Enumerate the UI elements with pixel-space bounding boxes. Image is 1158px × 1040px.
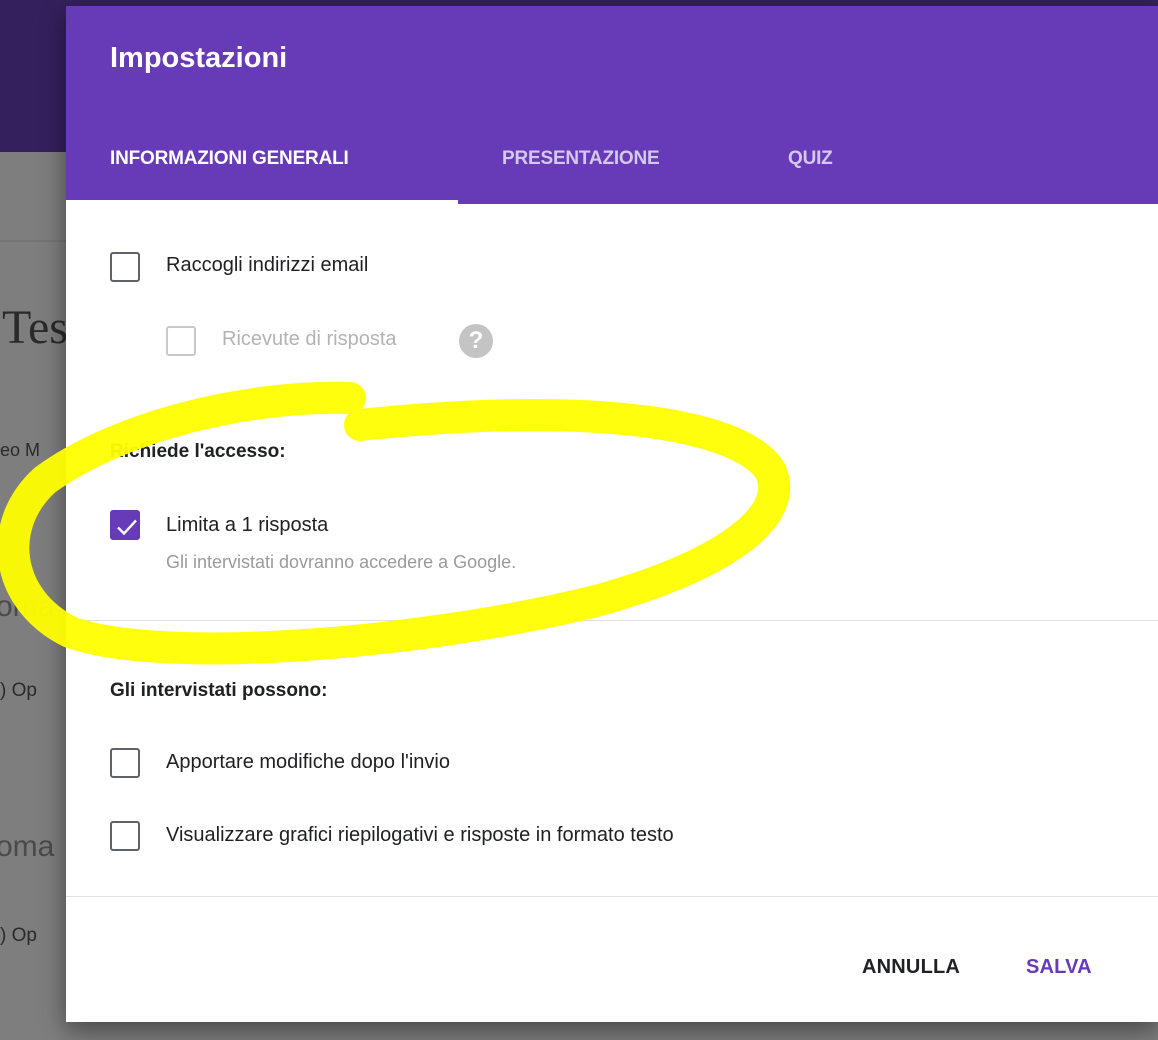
active-tab-indicator — [66, 200, 458, 204]
background-question-1: oma — [0, 590, 55, 623]
respondents-can-heading: Gli intervistati possono: — [110, 680, 328, 701]
response-receipts-label: Ricevute di risposta — [222, 328, 397, 350]
tab-general-info[interactable]: INFORMAZIONI GENERALI — [110, 148, 349, 170]
settings-dialog: Impostazioni INFORMAZIONI GENERALI PRESE… — [66, 6, 1158, 1022]
check-icon — [117, 519, 137, 536]
background-form-title: Tes — [2, 301, 68, 354]
background-option-1: ) Op — [0, 680, 37, 701]
dialog-title: Impostazioni — [110, 42, 288, 74]
tab-presentation[interactable]: PRESENTAZIONE — [502, 148, 660, 170]
background-form-subtitle: eo M — [0, 440, 41, 460]
tab-quiz[interactable]: QUIZ — [788, 148, 833, 170]
edit-after-submit-checkbox[interactable] — [110, 748, 140, 778]
footer-divider — [66, 896, 1158, 897]
see-summary-checkbox[interactable] — [110, 821, 140, 851]
background-option-2: ) Op — [0, 925, 37, 946]
limit-one-response-label: Limita a 1 risposta — [166, 514, 329, 536]
edit-after-submit-label: Apportare modifiche dopo l'invio — [166, 751, 450, 773]
response-receipts-checkbox[interactable] — [166, 326, 196, 356]
background-divider — [0, 240, 66, 242]
save-button[interactable]: SALVA — [1026, 956, 1092, 979]
collect-email-label: Raccogli indirizzi email — [166, 254, 369, 276]
background-question-2: oma — [0, 830, 55, 863]
limit-one-response-helper: Gli intervistati dovranno accedere a Goo… — [166, 552, 517, 572]
requires-signin-heading: Richiede l'accesso: — [110, 441, 286, 462]
see-summary-label: Visualizzare grafici riepilogativi e ris… — [166, 824, 674, 846]
help-circle-icon[interactable]: ? — [459, 324, 493, 358]
cancel-button[interactable]: ANNULLA — [862, 956, 960, 979]
limit-one-response-checkbox[interactable] — [110, 510, 140, 540]
dialog-header: Impostazioni INFORMAZIONI GENERALI PRESE… — [66, 6, 1158, 204]
collect-email-checkbox[interactable] — [110, 252, 140, 282]
section-divider — [66, 620, 1158, 621]
